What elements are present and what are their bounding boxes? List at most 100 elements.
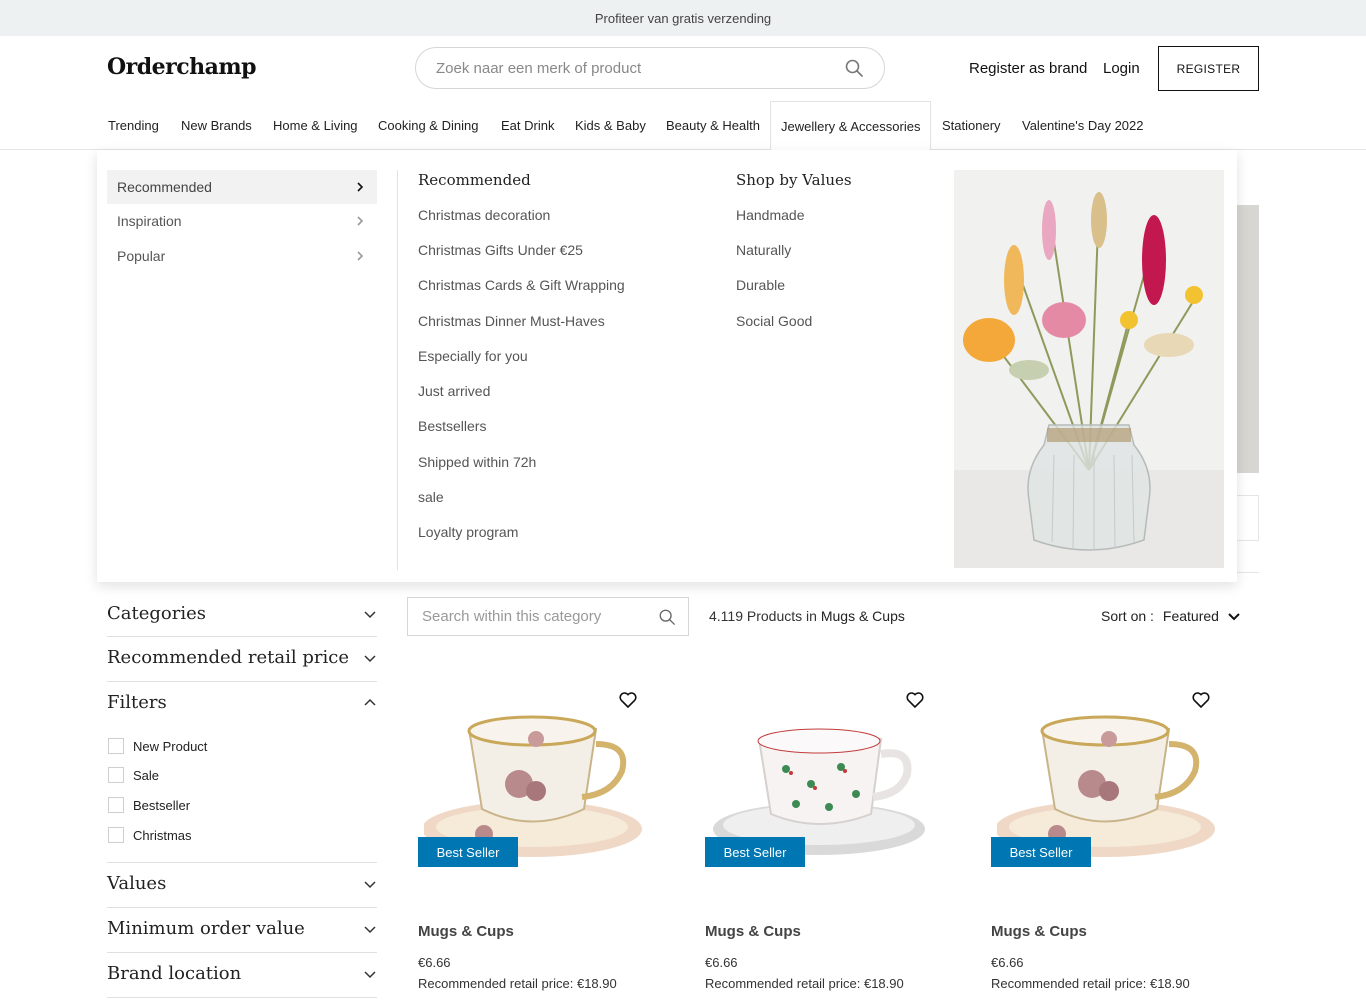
heart-icon[interactable] [618,690,638,710]
divider [107,636,377,637]
mega-menu-popular[interactable]: Popular [107,239,377,273]
facet-filters[interactable]: Filters [107,692,377,713]
register-as-brand-link[interactable]: Register as brand [969,60,1087,77]
mega-link[interactable]: Especially for you [418,348,528,364]
chevron-right-icon [357,182,364,192]
best-seller-badge: Best Seller [705,837,805,867]
divider [397,170,398,570]
nav-item-valentines-day[interactable]: Valentine's Day 2022 [1020,101,1146,150]
divider [107,997,377,998]
hero-image-edge [1237,205,1259,473]
facet-title: Brand location [107,963,242,984]
filter-new-product[interactable]: New Product [108,738,207,754]
best-seller-badge: Best Seller [418,837,518,867]
login-link[interactable]: Login [1103,60,1140,77]
chevron-down-icon [364,880,376,888]
product-card[interactable]: Best Seller Mugs & Cups €6.66 Recommende… [705,685,935,1005]
product-card[interactable]: Best Seller Mugs & Cups €6.66 Recommende… [991,685,1221,1005]
mega-menu: Recommended Inspiration Popular Recommen… [97,150,1237,582]
facet-categories[interactable]: Categories [107,603,377,624]
register-button[interactable]: REGISTER [1158,46,1259,91]
search-input[interactable] [436,59,844,77]
filter-label: Bestseller [133,797,191,813]
nav-item-kids-baby[interactable]: Kids & Baby [573,101,648,150]
facet-title: Recommended retail price [107,647,349,668]
chevron-down-icon [364,970,376,978]
nav-item-trending[interactable]: Trending [106,101,161,150]
shipping-banner: Profiteer van gratis verzending [0,0,1366,36]
filter-christmas[interactable]: Christmas [108,827,192,843]
mega-link[interactable]: Christmas Cards & Gift Wrapping [418,277,625,293]
nav-item-stationery[interactable]: Stationery [940,101,1003,150]
mega-link[interactable]: Christmas Dinner Must-Haves [418,313,605,329]
facet-brand-location[interactable]: Brand location [107,963,377,984]
heart-icon[interactable] [1191,690,1211,710]
product-category[interactable]: Mugs & Cups [991,923,1087,940]
mega-menu-recommended[interactable]: Recommended [107,170,377,204]
product-count-text: Products in [746,608,817,624]
chevron-right-icon [357,216,364,226]
filter-label: New Product [133,738,208,754]
product-category[interactable]: Mugs & Cups [705,923,801,940]
search-icon[interactable] [658,608,676,626]
checkbox[interactable] [108,797,124,813]
search-bar[interactable] [415,47,885,89]
mega-link[interactable]: Christmas Gifts Under €25 [418,242,583,258]
nav-item-eat-drink[interactable]: Eat Drink [499,101,556,150]
mega-link[interactable]: Just arrived [418,383,490,399]
facet-recommended-retail-price[interactable]: Recommended retail price [107,647,377,668]
chevron-down-icon [364,654,376,662]
chevron-up-icon [364,698,376,706]
facet-minimum-order-value[interactable]: Minimum order value [107,918,377,939]
category-nav: Trending New Brands Home & Living Cookin… [0,101,1366,151]
nav-item-beauty-health[interactable]: Beauty & Health [664,101,762,150]
mega-link[interactable]: Loyalty program [418,524,518,540]
mega-link[interactable]: sale [418,489,444,505]
mega-link[interactable]: Durable [736,277,785,293]
nav-item-cooking-dining[interactable]: Cooking & Dining [376,101,480,150]
mega-link[interactable]: Handmade [736,207,805,223]
nav-item-home-living[interactable]: Home & Living [271,101,360,150]
nav-item-jewellery-accessories[interactable]: Jewellery & Accessories [770,101,932,151]
best-seller-badge: Best Seller [991,837,1091,867]
filter-label: Christmas [133,827,192,843]
divider [107,862,377,863]
filter-bestseller[interactable]: Bestseller [108,797,190,813]
promo-image[interactable] [954,170,1224,568]
search-icon[interactable] [844,58,864,78]
checkbox[interactable] [108,827,124,843]
divider [107,952,377,953]
heart-icon[interactable] [905,690,925,710]
mega-link[interactable]: Shipped within 72h [418,454,536,470]
shipping-banner-text: Profiteer van gratis verzending [594,10,772,26]
facet-title: Filters [107,692,167,713]
sort-value: Featured [1162,608,1219,624]
logo[interactable]: Orderchamp [107,54,257,80]
hero-box-edge [1237,495,1259,541]
mega-link[interactable]: Bestsellers [418,418,486,434]
nav-item-new-brands[interactable]: New Brands [179,101,254,150]
sort-dropdown[interactable]: Sort on : Featured [1101,608,1241,624]
product-rrp: Recommended retail price: €18.90 [991,976,1190,991]
filter-sale[interactable]: Sale [108,767,159,783]
product-card[interactable]: Best Seller Mugs & Cups €6.66 Recommende… [418,685,648,1005]
sort-label: Sort on : [1101,608,1154,624]
chevron-right-icon [357,251,364,261]
mega-menu-inspiration[interactable]: Inspiration [107,204,377,238]
mega-link[interactable]: Social Good [736,313,812,329]
mega-link[interactable]: Naturally [736,242,791,258]
mega-link[interactable]: Christmas decoration [418,207,550,223]
product-count-category: Mugs & Cups [820,608,905,624]
mega-column-title: Recommended [418,171,531,189]
chevron-down-icon [1228,613,1240,621]
filter-label: Sale [133,767,160,783]
product-price: €6.66 [991,955,1024,970]
mega-menu-label: Popular [117,248,166,264]
facet-values[interactable]: Values [107,873,377,894]
category-search[interactable] [407,597,689,636]
product-price: €6.66 [705,955,738,970]
checkbox[interactable] [108,767,124,783]
category-search-input[interactable] [422,608,658,625]
checkbox[interactable] [108,738,124,754]
product-category[interactable]: Mugs & Cups [418,923,514,940]
